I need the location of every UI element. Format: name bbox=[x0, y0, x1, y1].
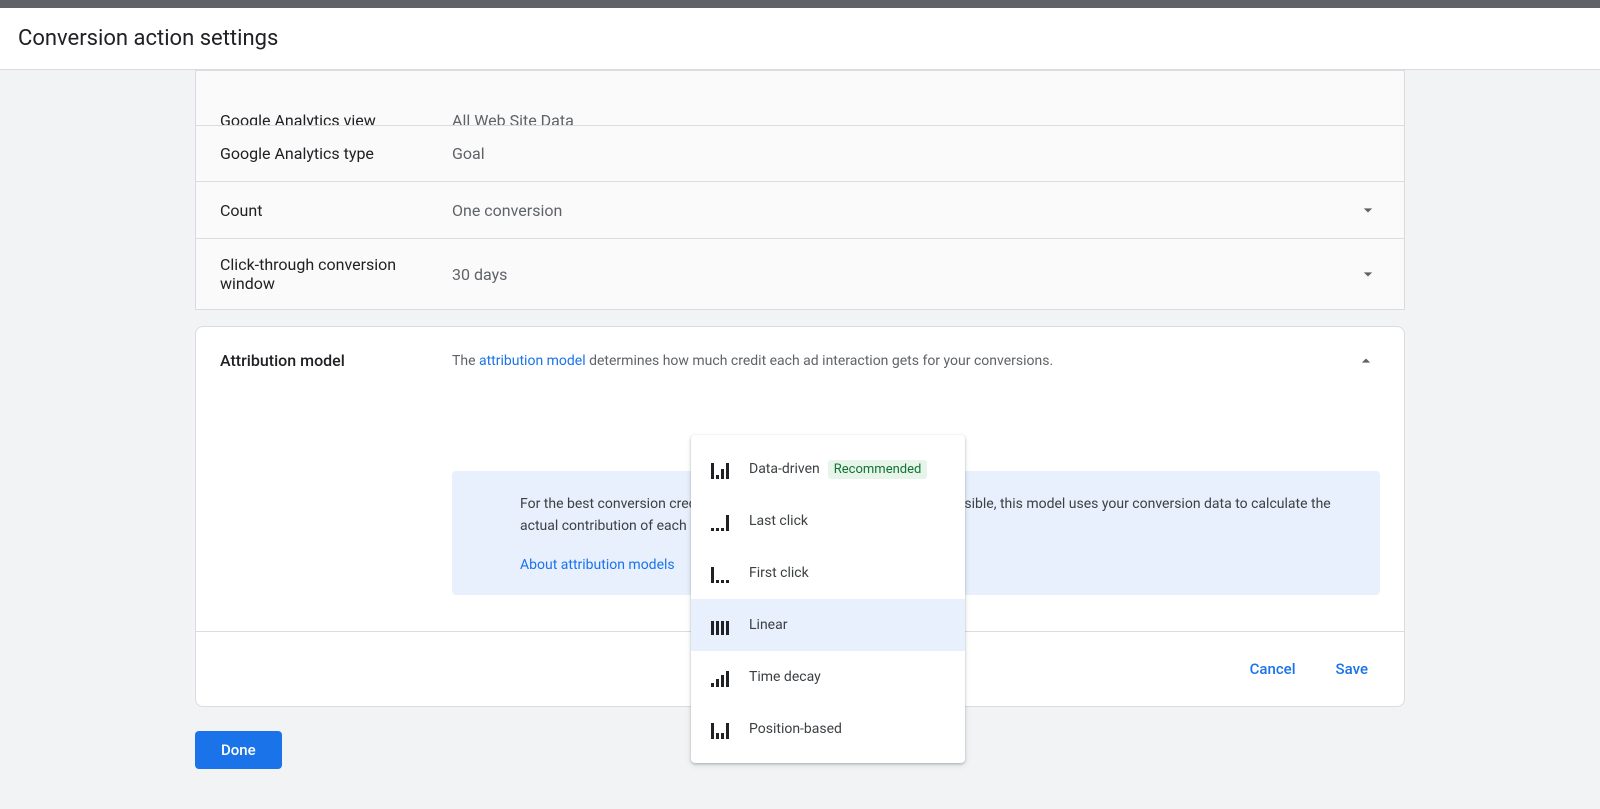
first-click-icon bbox=[711, 563, 735, 583]
dropdown-label: Data-driven bbox=[749, 461, 820, 477]
data-driven-icon bbox=[711, 459, 735, 479]
setting-value: 30 days bbox=[452, 265, 1356, 284]
setting-value: Goal bbox=[452, 144, 1380, 163]
attribution-label: Attribution model bbox=[220, 351, 452, 370]
dropdown-item-data-driven[interactable]: Data-driven Recommended bbox=[691, 443, 965, 495]
setting-row-ctw[interactable]: Click-through conversion window 30 days bbox=[195, 239, 1405, 310]
setting-row-ga-view[interactable]: Google Analytics view All Web Site Data bbox=[195, 70, 1405, 126]
dropdown-item-position-based[interactable]: Position-based bbox=[691, 703, 965, 755]
attribution-header: Attribution model The attribution model … bbox=[220, 351, 1380, 375]
desc-text: The bbox=[452, 353, 479, 369]
top-bar bbox=[0, 0, 1600, 8]
attribution-model-link[interactable]: attribution model bbox=[479, 353, 586, 369]
settings-stack: Google Analytics view All Web Site Data … bbox=[195, 70, 1405, 310]
dropdown-item-time-decay[interactable]: Time decay bbox=[691, 651, 965, 703]
dropdown-label: First click bbox=[749, 565, 809, 581]
time-decay-icon bbox=[711, 667, 735, 687]
setting-label: Google Analytics type bbox=[220, 144, 452, 163]
setting-label: Count bbox=[220, 201, 452, 220]
page-title: Conversion action settings bbox=[18, 26, 1582, 51]
setting-value: One conversion bbox=[452, 201, 1356, 220]
desc-text: determines how much credit each ad inter… bbox=[586, 353, 1054, 369]
setting-row-count[interactable]: Count One conversion bbox=[195, 182, 1405, 239]
dropdown-label: Time decay bbox=[749, 669, 821, 685]
setting-label: Google Analytics view bbox=[220, 117, 452, 125]
chevron-down-icon[interactable] bbox=[1356, 262, 1380, 286]
dropdown-label: Position-based bbox=[749, 721, 842, 737]
recommended-badge: Recommended bbox=[828, 460, 928, 479]
save-button[interactable]: Save bbox=[1328, 652, 1376, 686]
cancel-button[interactable]: Cancel bbox=[1242, 652, 1304, 686]
last-click-icon bbox=[711, 511, 735, 531]
about-attribution-link[interactable]: About attribution models bbox=[520, 557, 675, 573]
setting-row-ga-type[interactable]: Google Analytics type Goal bbox=[195, 126, 1405, 182]
setting-label: Click-through conversion window bbox=[220, 255, 452, 293]
chevron-up-icon[interactable] bbox=[1356, 351, 1380, 375]
page-header: Conversion action settings bbox=[0, 8, 1600, 70]
position-based-icon bbox=[711, 719, 735, 739]
dropdown-label: Linear bbox=[749, 617, 787, 633]
chevron-down-icon[interactable] bbox=[1356, 198, 1380, 222]
linear-icon bbox=[711, 615, 735, 635]
content-wrapper: Google Analytics view All Web Site Data … bbox=[195, 70, 1405, 809]
dropdown-item-first-click[interactable]: First click bbox=[691, 547, 965, 599]
setting-value: All Web Site Data bbox=[452, 117, 1380, 125]
dropdown-item-last-click[interactable]: Last click bbox=[691, 495, 965, 547]
attribution-dropdown: Data-driven Recommended Last click First… bbox=[691, 435, 965, 763]
dropdown-item-linear[interactable]: Linear bbox=[691, 599, 965, 651]
dropdown-label: Last click bbox=[749, 513, 808, 529]
attribution-description: The attribution model determines how muc… bbox=[452, 351, 1356, 371]
attribution-card: Attribution model The attribution model … bbox=[195, 326, 1405, 707]
done-button[interactable]: Done bbox=[195, 731, 282, 769]
